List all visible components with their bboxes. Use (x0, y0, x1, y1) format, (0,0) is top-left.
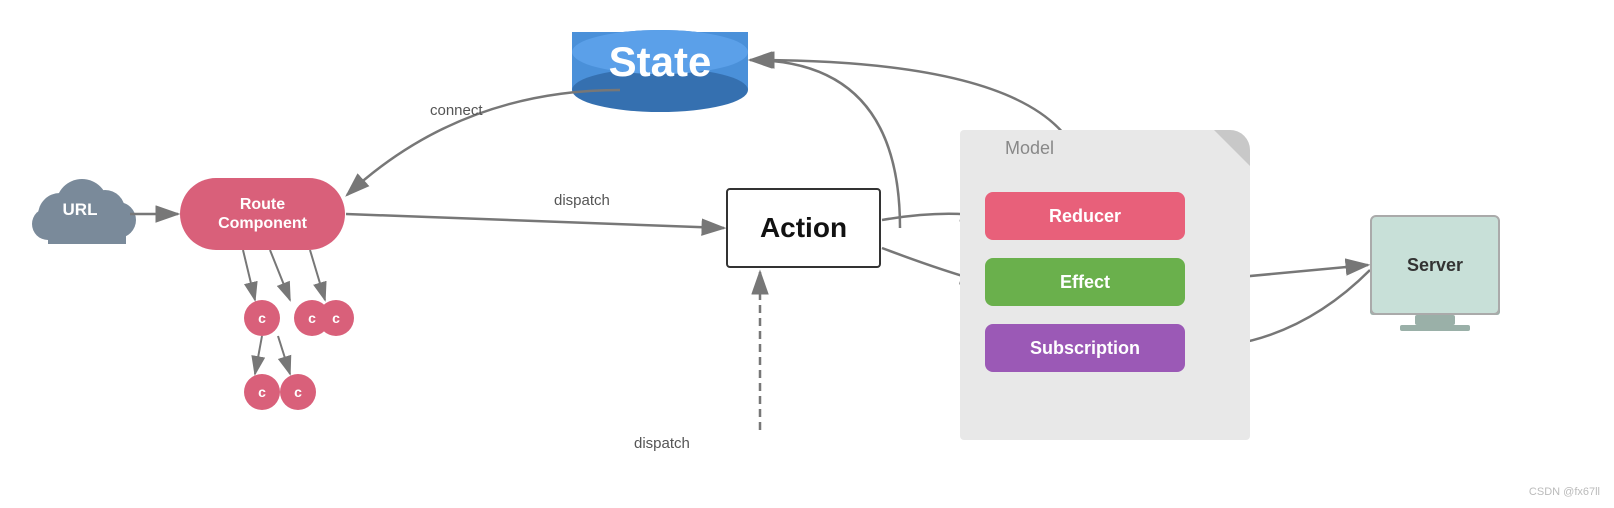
subscription-box: Subscription (985, 324, 1185, 372)
watermark: CSDN @fx67ll (1529, 486, 1600, 498)
model-label: Model (1005, 138, 1054, 159)
dispatch-label-2: dispatch (634, 435, 690, 452)
child-c-4: c (244, 374, 280, 410)
child-c-5: c (280, 374, 316, 410)
effect-box: Effect (985, 258, 1185, 306)
connect-label: connect (430, 102, 483, 119)
action-box: Action (726, 188, 881, 268)
route-component: Route Component (180, 178, 345, 250)
child-c-3: c (318, 300, 354, 336)
dispatch-label-1: dispatch (554, 192, 610, 209)
reducer-box: Reducer (985, 192, 1185, 240)
state-label: State (572, 38, 748, 86)
url-label: URL (30, 200, 130, 220)
server-box: Server (1370, 215, 1500, 315)
child-c-1: c (244, 300, 280, 336)
diagram: State URL Route Component connect dispat… (0, 0, 1614, 508)
